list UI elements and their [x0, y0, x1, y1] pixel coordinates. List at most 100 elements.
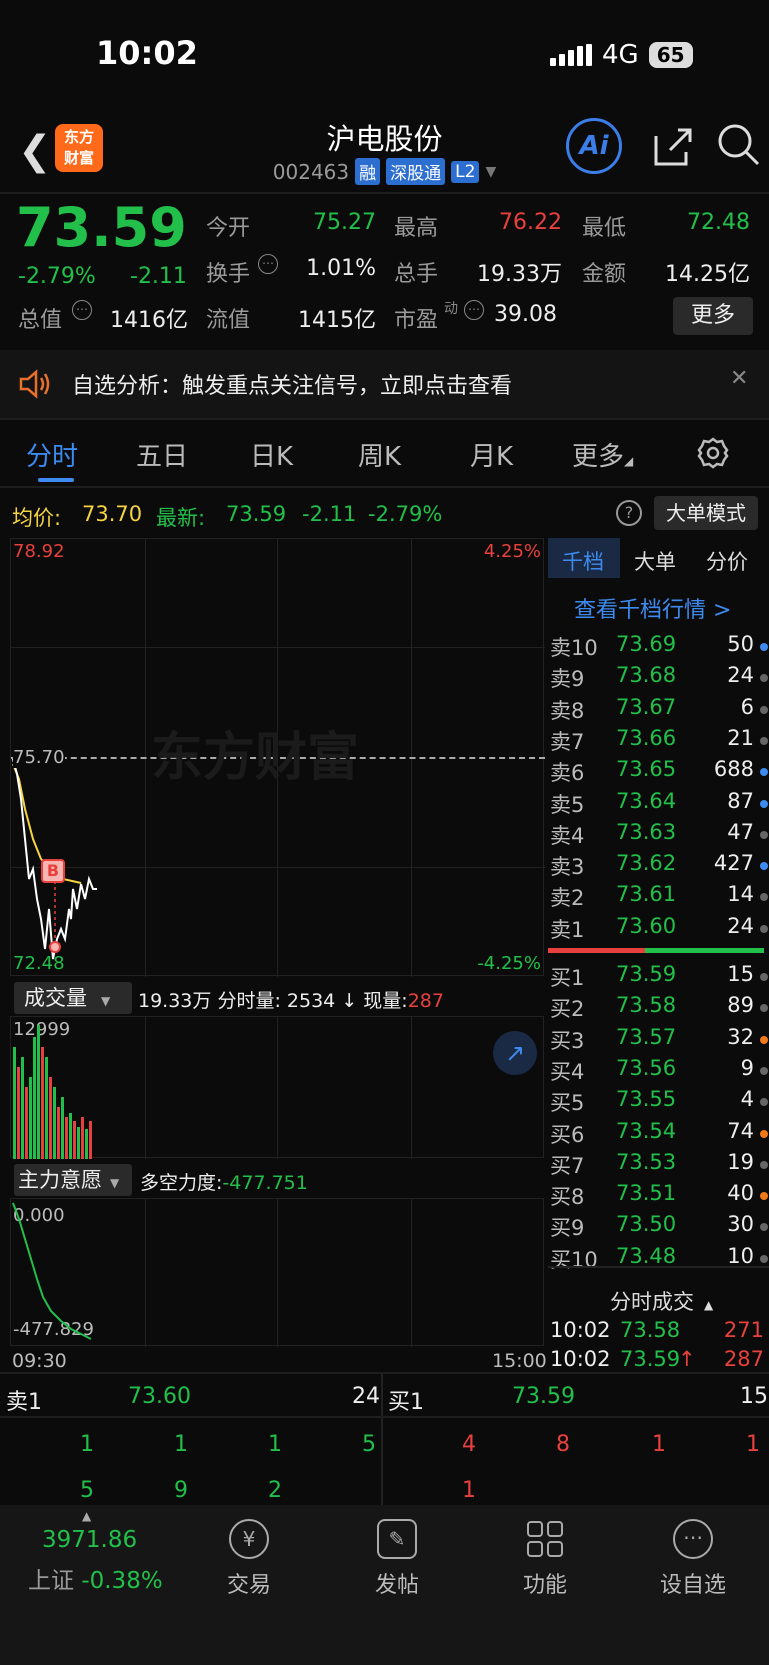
index-value[interactable]: 3971.86: [42, 1527, 137, 1553]
bid-volume: 9: [740, 1055, 754, 1080]
tab-depth[interactable]: 千档: [562, 546, 604, 576]
alert-banner[interactable]: 自选分析：触发重点关注信号，立即点击查看 ✕: [0, 350, 769, 418]
close-icon[interactable]: ✕: [730, 366, 748, 391]
ask-row[interactable]: 卖10 73.69 50: [548, 630, 768, 661]
tab-more[interactable]: 更多◢: [572, 436, 633, 473]
tab-monthly[interactable]: 月K: [470, 436, 513, 473]
time-end: 15:00: [492, 1350, 547, 1372]
indicator-selector[interactable]: 主力意愿 ▼: [14, 1164, 132, 1196]
ask-row[interactable]: 卖8 73.67 6: [548, 693, 768, 724]
tab-price-dist[interactable]: 分价: [706, 546, 748, 576]
nav-functions[interactable]: 功能: [490, 1519, 600, 1599]
tab-daily[interactable]: 日K: [250, 436, 293, 473]
indicator-line: [12, 1202, 92, 1340]
activity-dot-icon: [760, 1098, 768, 1107]
bid-price: 73.59: [616, 962, 677, 986]
bid-volume: 74: [727, 1118, 754, 1143]
bid-row[interactable]: 买10 73.48 10: [548, 1242, 768, 1273]
activity-dot-icon: [760, 799, 768, 808]
info-icon[interactable]: ⋯: [72, 300, 92, 320]
bid-row[interactable]: 买6 73.54 74: [548, 1117, 768, 1148]
nav-trade[interactable]: ¥ 交易: [194, 1519, 304, 1599]
bid-volume: 32: [727, 1024, 754, 1049]
expand-icon[interactable]: ↗: [493, 1031, 537, 1075]
ask-row[interactable]: 卖4 73.63 47: [548, 818, 768, 849]
tab-weekly[interactable]: 周K: [358, 436, 401, 473]
ask-row[interactable]: 卖6 73.65 688: [548, 755, 768, 786]
search-icon[interactable]: [714, 120, 762, 168]
bid-label: 买5: [550, 1091, 585, 1116]
ticks-header[interactable]: 分时成交 ▲: [610, 1286, 713, 1316]
large-order-mode-button[interactable]: 大单模式: [654, 496, 758, 530]
activity-dot-icon: [760, 1066, 768, 1075]
ask-volume: 50: [727, 632, 754, 656]
ask-row[interactable]: 卖5 73.64 87: [548, 787, 768, 818]
tab-large-orders[interactable]: 大单: [634, 546, 676, 576]
mktcap-value: 1416亿: [110, 308, 188, 333]
depth-link[interactable]: 查看千档行情 >: [574, 592, 731, 624]
bottom-nav: ▲ 3971.86 上证 -0.38% ¥ 交易 ✎ 发帖 功能 ⋯ 设自选: [0, 1505, 769, 1665]
bid-row[interactable]: 买1 73.59 15: [548, 960, 768, 991]
ask-row[interactable]: 卖2 73.61 14: [548, 880, 768, 911]
ask-volume: 6: [740, 694, 754, 719]
tick-time: 10:02: [550, 1318, 611, 1342]
ask-price: 73.69: [616, 632, 677, 656]
activity-dot-icon: [760, 736, 768, 745]
bid-volume: 30: [727, 1212, 754, 1237]
info-icon[interactable]: ⋯: [464, 300, 484, 320]
tab-intraday[interactable]: 分时: [26, 436, 78, 473]
bid-row[interactable]: 买4 73.56 9: [548, 1054, 768, 1085]
bid-row[interactable]: 买3 73.57 32: [548, 1023, 768, 1054]
ask-volume: 47: [727, 819, 754, 844]
price-chart[interactable]: 东方财富 B 78.92 75.70 72.48 4.25% -4.25%: [10, 538, 545, 977]
ask-label: 卖4: [550, 823, 585, 848]
pe-label: 市盈: [394, 308, 439, 333]
ask-row[interactable]: 卖7 73.66 21: [548, 724, 768, 755]
ask-volume: 14: [727, 882, 754, 907]
divider: [0, 1372, 769, 1374]
change-amount: -2.11: [130, 264, 187, 289]
tab-5day[interactable]: 五日: [136, 436, 188, 473]
bid-row[interactable]: 买5 73.55 4: [548, 1085, 768, 1116]
ai-button[interactable]: Ai: [566, 118, 622, 174]
index-row[interactable]: 上证 -0.38%: [28, 1561, 163, 1595]
share-icon[interactable]: [648, 122, 696, 170]
ask-row[interactable]: 卖3 73.62 427: [548, 849, 768, 880]
ask-price: 73.62: [616, 851, 677, 876]
nav-post[interactable]: ✎ 发帖: [342, 1519, 452, 1599]
more-dots-icon: ⋯: [673, 1519, 713, 1559]
last-value: 73.59: [226, 502, 287, 526]
info-icon[interactable]: ⋯: [258, 254, 278, 274]
mktcap-label: 总值: [18, 308, 63, 333]
settings-icon[interactable]: [696, 436, 730, 470]
buy-marker[interactable]: B: [41, 859, 65, 883]
nav-watchlist[interactable]: ⋯ 设自选: [638, 1519, 748, 1599]
ask-price: 73.67: [616, 694, 677, 719]
volume-selector[interactable]: 成交量 ▼: [14, 982, 132, 1014]
chg-value: -2.11: [302, 502, 357, 526]
bid-label: 买7: [550, 1153, 585, 1178]
more-button[interactable]: 更多: [673, 297, 753, 335]
bid-price: 73.53: [616, 1149, 677, 1174]
bid-row[interactable]: 买2 73.58 89: [548, 991, 768, 1022]
period-tabs: 分时 五日 日K 周K 月K 更多◢: [0, 422, 769, 486]
bid-row[interactable]: 买7 73.53 19: [548, 1148, 768, 1179]
ask-volume: 427: [713, 851, 754, 876]
indicator-chart[interactable]: 0.000 -477.829: [10, 1198, 544, 1347]
activity-dot-icon: [760, 1004, 768, 1013]
bid-volume: 15: [727, 962, 754, 986]
bid-row[interactable]: 买8 73.51 40: [548, 1179, 768, 1210]
quick-sell-vol: 24: [352, 1384, 380, 1409]
bid-price: 73.55: [616, 1087, 677, 1112]
volume-chart[interactable]: 12999 ↗: [10, 1016, 544, 1159]
bid-label: 买9: [550, 1216, 585, 1241]
ask-label: 卖6: [550, 761, 585, 786]
ask-row[interactable]: 卖9 73.68 24: [548, 661, 768, 692]
ask-row[interactable]: 卖1 73.60 24: [548, 912, 768, 943]
help-icon[interactable]: ?: [616, 500, 642, 526]
ask-label: 卖1: [550, 917, 585, 942]
price-lines: [12, 758, 97, 960]
float-label: 流值: [206, 308, 251, 333]
bid-row[interactable]: 买9 73.50 30: [548, 1210, 768, 1241]
ask-price: 73.60: [616, 913, 677, 938]
